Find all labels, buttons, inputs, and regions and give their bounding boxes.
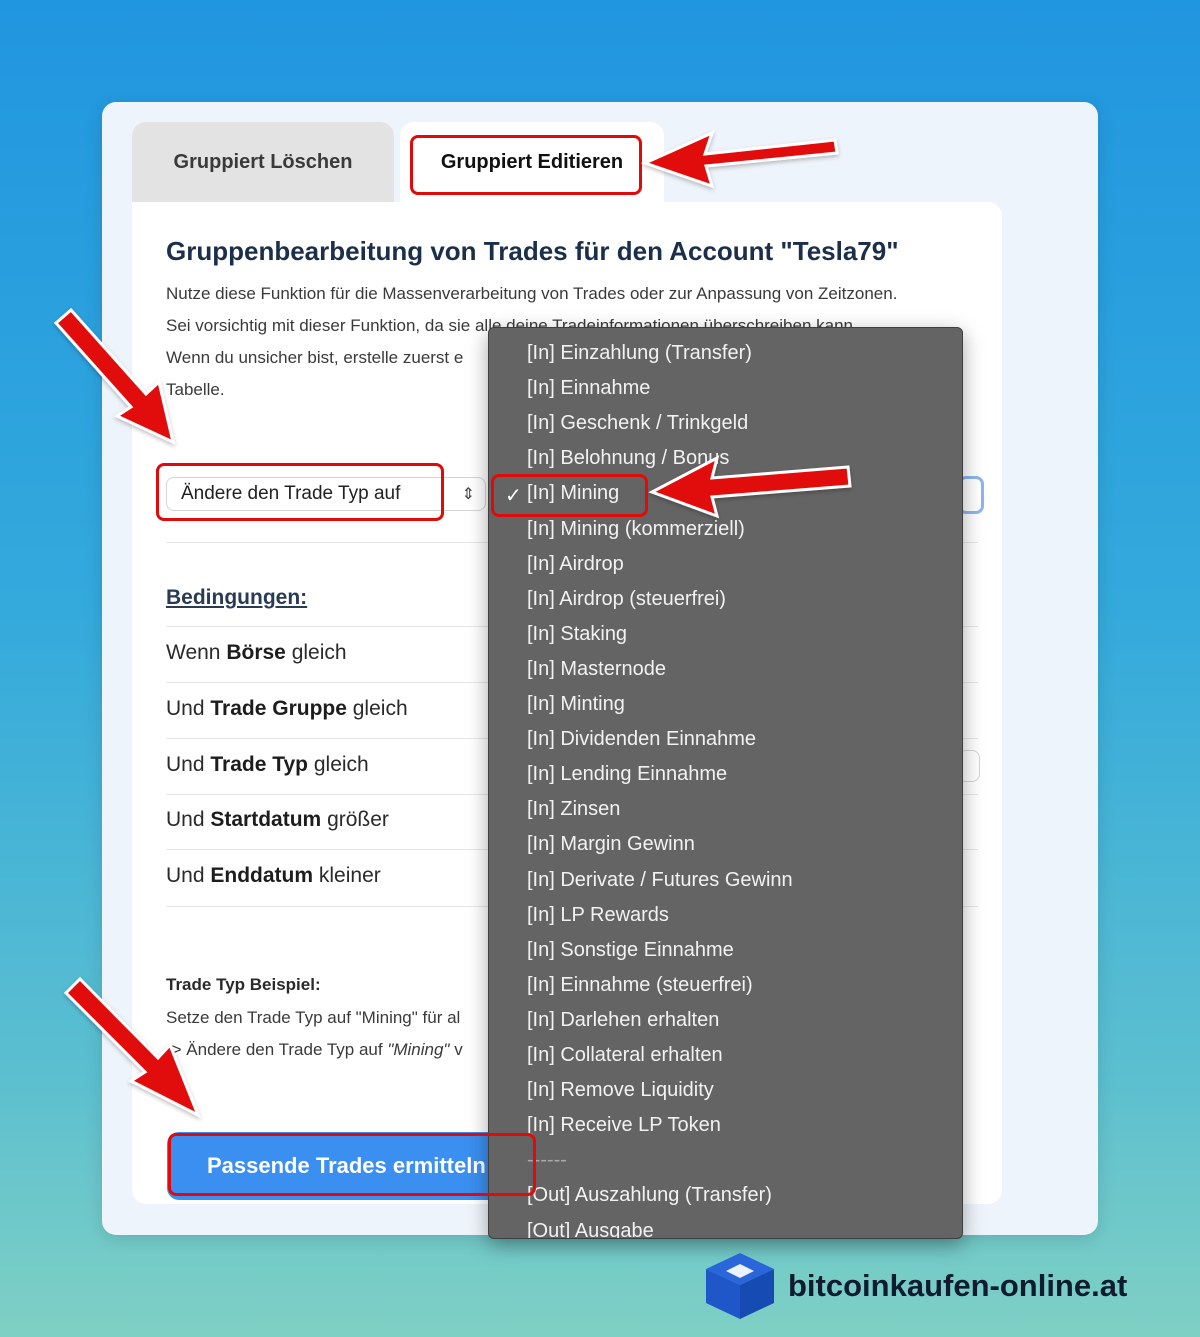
condition-trade-gruppe: Und Trade Gruppe gleich — [166, 697, 408, 721]
dropdown-option[interactable]: [Out] Auszahlung (Transfer) — [527, 1184, 772, 1207]
condition-prefix: Und — [166, 864, 205, 887]
condition-op: kleiner — [318, 864, 381, 887]
example-text: Setze den Trade Typ auf "Mining" für al … — [166, 1002, 496, 1066]
dropdown-option[interactable]: [In] Airdrop (steuerfrei) — [527, 588, 726, 611]
condition-field: Enddatum — [210, 864, 314, 887]
condition-op: größer — [327, 808, 389, 831]
highlight-tab-editieren — [410, 135, 642, 195]
dropdown-option[interactable]: [Out] Ausgabe — [527, 1220, 654, 1239]
example-line-suffix: v — [449, 1040, 463, 1059]
dropdown-option[interactable]: [In] Sonstige Einnahme — [527, 939, 734, 962]
dropdown-option[interactable]: [In] Einnahme (steuerfrei) — [527, 974, 753, 997]
condition-prefix: Und — [166, 753, 205, 776]
dropdown-option[interactable]: [In] Receive LP Token — [527, 1114, 721, 1137]
example-line-prefix: -> Ändere den Trade Typ auf — [166, 1040, 388, 1059]
condition-op: gleich — [352, 697, 408, 720]
dropdown-option[interactable]: [In] Zinsen — [527, 798, 620, 821]
dropdown-option[interactable]: [In] Mining (kommerziell) — [527, 518, 745, 541]
dropdown-option[interactable]: [In] Airdrop — [527, 553, 624, 576]
dropdown-option[interactable]: [In] Staking — [527, 623, 627, 646]
tab-gruppiert-loeschen[interactable]: Gruppiert Löschen — [132, 122, 394, 202]
condition-field: Trade Gruppe — [210, 697, 347, 720]
select-updown-icon: ⇕ — [461, 486, 475, 503]
dropdown-option[interactable]: [In] Collateral erhalten — [527, 1044, 723, 1067]
dropdown-option[interactable]: [In] Darlehen erhalten — [527, 1009, 719, 1032]
dropdown-option[interactable]: [In] Derivate / Futures Gewinn — [527, 869, 793, 892]
dropdown-option[interactable]: [In] Dividenden Einnahme — [527, 728, 756, 751]
dropdown-option[interactable]: [In] Lending Einnahme — [527, 763, 727, 786]
condition-prefix: Wenn — [166, 641, 221, 664]
dropdown-option[interactable]: [In] Margin Gewinn — [527, 833, 695, 856]
conditions-heading: Bedingungen: — [166, 586, 308, 609]
dropdown-option[interactable]: [In] Masternode — [527, 658, 666, 681]
dropdown-option[interactable]: [In] Minting — [527, 693, 625, 716]
dropdown-option[interactable]: [In] Belohnung / Bonus — [527, 447, 729, 470]
condition-field: Börse — [226, 641, 286, 664]
intro-line: Nutze diese Funktion für die Massenverar… — [166, 284, 898, 303]
highlight-submit-button — [168, 1133, 536, 1196]
highlight-action-select — [156, 463, 444, 521]
condition-field: Trade Typ — [210, 753, 309, 776]
trade-type-dropdown[interactable]: ✓ [In] Einzahlung (Transfer) [In] Einnahm… — [488, 327, 963, 1239]
condition-field: Startdatum — [210, 808, 322, 831]
example-heading: Trade Typ Beispiel: — [166, 975, 321, 994]
condition-startdatum: Und Startdatum größer — [166, 808, 389, 832]
dropdown-option[interactable]: [In] Remove Liquidity — [527, 1079, 714, 1102]
dropdown-option[interactable]: [In] Einzahlung (Transfer) — [527, 342, 752, 365]
dropdown-option[interactable]: [In] LP Rewards — [527, 904, 669, 927]
example-line: Setze den Trade Typ auf "Mining" für al — [166, 1008, 461, 1027]
condition-boerse: Wenn Börse gleich — [166, 641, 347, 665]
highlight-mining-option — [491, 474, 648, 517]
example-line-italic: "Mining" — [387, 1040, 450, 1059]
condition-prefix: Und — [166, 808, 205, 831]
page-title: Gruppenbearbeitung von Trades für den Ac… — [166, 236, 899, 266]
condition-op: gleich — [313, 753, 369, 776]
example-line: -> Ändere den Trade Typ auf "Mining" v — [166, 1034, 496, 1066]
dropdown-option[interactable]: [In] Geschenk / Trinkgeld — [527, 412, 748, 435]
condition-op: gleich — [291, 641, 347, 664]
dropdown-option[interactable]: [In] Einnahme — [527, 377, 650, 400]
condition-trade-typ: Und Trade Typ gleich — [166, 753, 369, 777]
condition-enddatum: Und Enddatum kleiner — [166, 864, 381, 888]
brand-site-name: bitcoinkaufen-online.at — [788, 1268, 1128, 1303]
condition-prefix: Und — [166, 697, 205, 720]
cube-box-icon — [706, 1253, 774, 1319]
